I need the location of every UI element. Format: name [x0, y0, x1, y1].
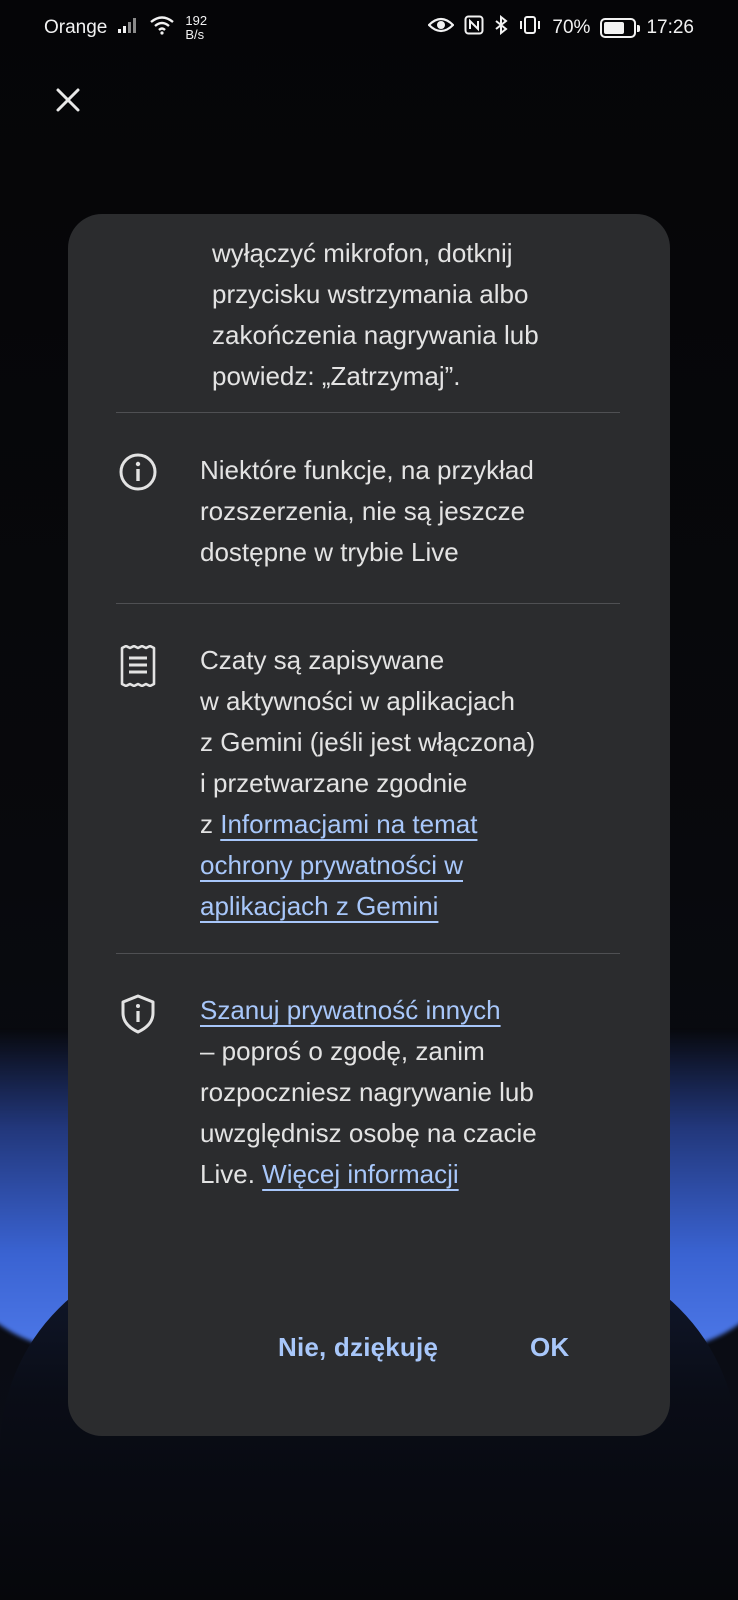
decline-button[interactable]: Nie, dziękuję	[262, 1322, 454, 1373]
divider	[116, 412, 620, 413]
text-line: i przetwarzane zgodnie	[200, 768, 468, 798]
text-prefix: Live.	[200, 1159, 263, 1189]
text-line: rozpoczniesz nagrywanie lub	[200, 1077, 534, 1107]
status-bar: Orange 192 B/s 70% 17:26	[0, 0, 738, 56]
ok-button[interactable]: OK	[514, 1322, 585, 1373]
text-line: dostępne w trybie Live	[200, 537, 459, 567]
text-line: – poproś o zgodę, zanim	[200, 1036, 485, 1066]
text-line: ochrony prywatności w	[200, 845, 630, 886]
text-line: Czaty są zapisywane	[200, 645, 445, 675]
privacy-notice-link[interactable]: Informacjami na temat	[220, 809, 477, 839]
signal-icon	[117, 16, 139, 40]
nfc-icon	[464, 15, 484, 41]
live-info-dialog: … wyłączyć mikrofon, dotknij przycisku w…	[68, 214, 670, 1436]
carrier-name: Orange	[44, 17, 108, 38]
dialog-actions: Nie, dziękuję OK	[68, 1276, 670, 1436]
divider	[116, 603, 620, 604]
divider	[116, 953, 620, 954]
partial-line: wyłączyć mikrofon, dotknij	[212, 238, 513, 268]
text-line: Live. Więcej informacji	[200, 1154, 630, 1195]
partial-line: przycisku wstrzymania albo	[212, 279, 529, 309]
battery-percent: 70%	[552, 17, 591, 38]
screen: Orange 192 B/s 70% 17:26 wyłączyć mikrof…	[0, 0, 738, 1600]
bluetooth-icon	[494, 14, 509, 41]
vibrate-icon	[518, 15, 542, 41]
receipt-icon	[116, 644, 160, 688]
respect-privacy-link[interactable]: Szanuj prywatność innych	[200, 995, 501, 1025]
partial-line: …	[212, 222, 632, 233]
text-line: w aktywności w aplikacjach	[200, 686, 516, 716]
close-icon	[56, 88, 80, 112]
text-line: Niektóre funkcje, na przykład	[200, 455, 534, 485]
text-line: z Informacjami na temat	[200, 804, 630, 845]
network-speed: 192 B/s	[185, 14, 207, 42]
partial-line: powiedz: „Zatrzymaj”.	[212, 361, 461, 391]
text-line: z Gemini (jeśli jest włączona)	[200, 727, 536, 757]
text-line: Szanuj prywatność innych	[200, 990, 630, 1031]
battery-icon	[600, 18, 641, 38]
text-line: aplikacjach z Gemini	[200, 886, 630, 927]
clock: 17:26	[646, 17, 694, 38]
close-button[interactable]	[48, 80, 88, 120]
network-speed-value: 192	[185, 13, 208, 28]
dialog-scroll-area[interactable]: … wyłączyć mikrofon, dotknij przycisku w…	[68, 214, 670, 1244]
eye-icon	[427, 16, 455, 40]
link-prefix: z	[200, 809, 221, 839]
list-item-text: Niektóre funkcje, na przykład rozszerzen…	[200, 450, 630, 573]
network-speed-unit: B/s	[185, 27, 205, 42]
privacy-notice-link[interactable]: ochrony prywatności w	[200, 850, 463, 880]
shield-icon	[116, 992, 160, 1036]
partial-line: zakończenia nagrywania lub	[212, 320, 539, 350]
text-line: uwzględnisz osobę na czacie	[200, 1118, 537, 1148]
learn-more-link[interactable]: Więcej informacji	[262, 1159, 459, 1189]
list-item-text: Szanuj prywatność innych – poproś o zgod…	[200, 990, 630, 1195]
text-line: rozszerzenia, nie są jeszcze	[200, 496, 526, 526]
partial-text: … wyłączyć mikrofon, dotknij przycisku w…	[212, 214, 632, 397]
list-item-text: Czaty są zapisywane w aktywności w aplik…	[200, 640, 630, 927]
info-icon	[116, 450, 160, 494]
wifi-icon	[149, 15, 175, 41]
privacy-notice-link[interactable]: aplikacjach z Gemini	[200, 891, 438, 921]
